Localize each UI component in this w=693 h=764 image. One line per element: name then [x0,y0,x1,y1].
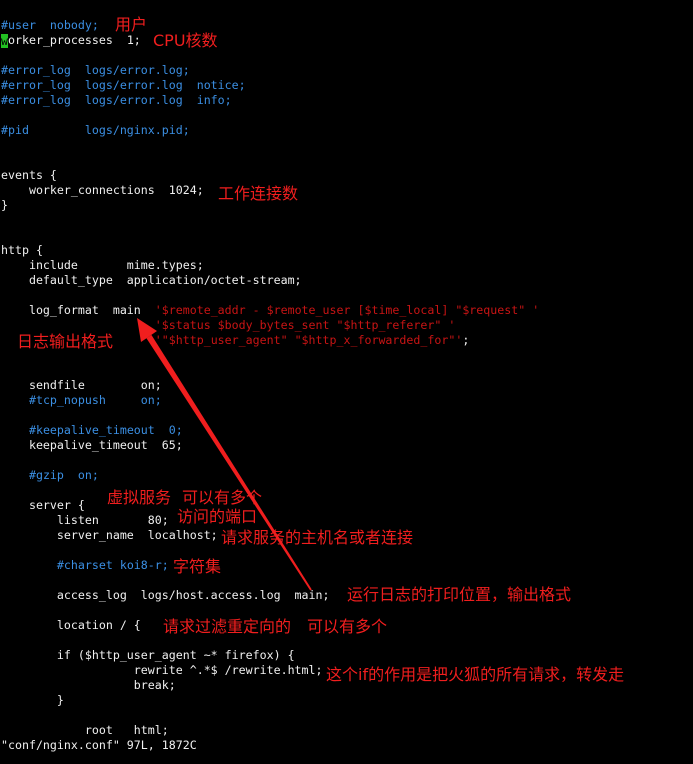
code-line: #pid logs/nginx.pid; [1,123,691,138]
terminal-window[interactable]: #user nobody; worker_processes 1; #error_l… [0,0,693,764]
annotation-if-rule: 这个if的作用是把火狐的所有请求，转发走 [326,665,625,684]
code-token: } [1,198,8,212]
code-token: include mime.types; [1,258,204,272]
comment-token: #error_log logs/error.log; [1,63,190,77]
string-token: '"$http_user_agent" "$http_x_forwarded_f… [154,333,463,347]
code-token: server_name localhost; [1,528,218,542]
code-line: #keepalive_timeout 0; [1,423,691,438]
annotation-charset: 字符集 [173,557,222,576]
annotation-location: 请求过滤重定向的 [163,617,292,636]
code-line: log_format main '$remote_addr - $remote_… [1,303,691,318]
code-token: break; [1,678,176,692]
annotation-listen-port: 访问的端口 [177,507,258,526]
comment-token: #keepalive_timeout 0; [28,423,183,437]
code-token: access_log logs/host.access.log main; [1,588,330,602]
code-line: events { [1,168,691,183]
text-cursor: w [1,34,8,48]
code-token: } [1,693,64,707]
code-line: listen 80; [1,513,691,528]
code-token: orker_processes 1; [8,33,141,47]
code-line: server { [1,498,691,513]
code-token: if ($http_user_agent ~* firefox) { [1,648,295,662]
code-line: } [1,693,691,708]
code-line: root html; [1,723,691,738]
code-line: worker_processes 1; [1,33,691,48]
code-line: } [1,198,691,213]
annotation-access-log: 运行日志的打印位置，输出格式 [347,585,572,604]
code-token: location / { [1,618,141,632]
code-token: rewrite ^.*$ /rewrite.html; [1,663,323,677]
annotation-virtual-server-multiple: 可以有多个 [182,488,263,507]
code-line: default_type application/octet-stream; [1,273,691,288]
code-token: keepalive_timeout 65; [1,438,183,452]
comment-token: #error_log logs/error.log info; [1,93,232,107]
annotation-user: 用户 [115,15,148,34]
code-line: keepalive_timeout 65; [1,438,691,453]
comment-token: #gzip on; [28,468,99,482]
comment-token: #user nobody; [1,18,99,32]
comment-token: #error_log logs/error.log notice; [1,78,246,92]
annotation-worker-connections: 工作连接数 [218,184,299,203]
string-token: '$status $body_bytes_sent "$http_referer… [154,318,456,332]
annotation-location-multiple: 可以有多个 [307,617,388,636]
code-line: worker_connections 1024; [1,183,691,198]
annotation-server-name: 请求服务的主机名或者连接 [221,528,414,547]
code-line: http { [1,243,691,258]
code-line: #charset koi8-r; [1,558,691,573]
code-token: log_format main [1,303,155,317]
annotation-cpu-cores: CPU核数 [153,31,218,50]
code-token: listen 80; [1,513,169,527]
code-line: if ($http_user_agent ~* firefox) { [1,648,691,663]
code-line: #user nobody; [1,18,691,33]
string-token: '$remote_addr - $remote_user [$time_loca… [154,303,540,317]
code-line: #error_log logs/error.log notice; [1,78,691,93]
code-line: '$status $body_bytes_sent "$http_referer… [1,318,691,333]
code-token: sendfile on; [1,378,162,392]
code-token: worker_connections 1024; [1,183,204,197]
vim-status-line: "conf/nginx.conf" 97L, 1872C [1,738,197,752]
code-token: server { [1,498,85,512]
comment-token: #charset koi8-r; [56,558,169,572]
comment-token: #pid logs/nginx.pid; [1,123,190,137]
code-line: include mime.types; [1,258,691,273]
code-token: default_type application/octet-stream; [1,273,302,287]
code-line: access_log logs/host.access.log main; [1,588,691,603]
code-token: ; [462,333,470,347]
code-token: http { [1,243,43,257]
code-line: #error_log logs/error.log; [1,63,691,78]
code-token: root html; [1,723,169,737]
code-line: #gzip on; [1,468,691,483]
code-line: sendfile on; [1,378,691,393]
code-line: #error_log logs/error.log info; [1,93,691,108]
annotation-log-format: 日志输出格式 [17,332,114,351]
code-line: #tcp_nopush on; [1,393,691,408]
code-token: events { [1,168,57,182]
annotation-virtual-server: 虚拟服务 [107,488,172,507]
comment-token: #tcp_nopush on; [28,393,162,407]
